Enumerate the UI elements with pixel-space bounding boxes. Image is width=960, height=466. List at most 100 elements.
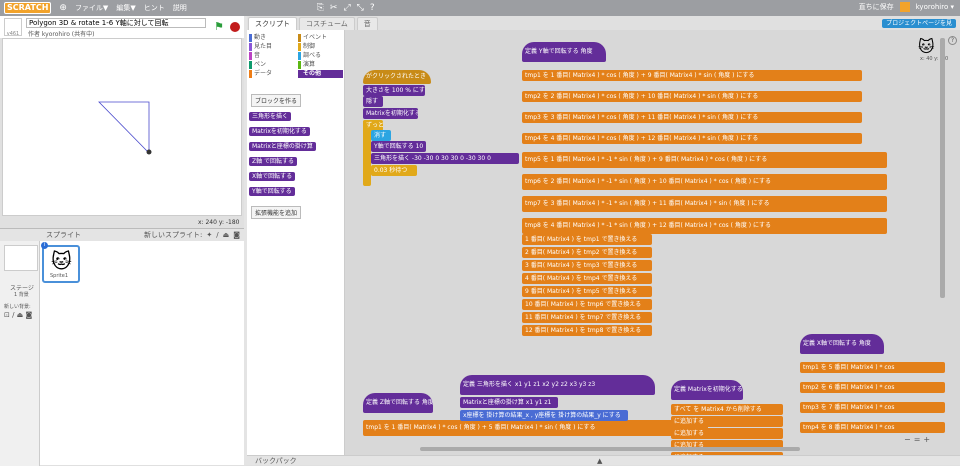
duplicate-icon[interactable]: ⎘ — [317, 3, 324, 13]
replace-12-block[interactable]: 12 番目( Matrix4 ) を tmp8 で置き換える — [522, 325, 652, 336]
help-icon[interactable]: ? — [370, 3, 375, 13]
backpack-bar[interactable]: バックパック ▲ — [247, 455, 960, 465]
tmp4-set-block[interactable]: tmp4 を 4 番目( Matrix4 ) * cos ( 角度 ) + 12… — [522, 133, 862, 144]
grow-icon[interactable]: ⤢ — [343, 3, 350, 13]
stage-backdrop-count: 1 背景 — [14, 292, 29, 298]
cat-sensing[interactable]: 調べる — [298, 52, 343, 60]
menu-tips[interactable]: ヒント — [144, 3, 165, 13]
x-tmp1-block[interactable]: tmp1 を 5 番目( Matrix4 ) * cos — [800, 362, 945, 373]
help-question-icon[interactable]: ? — [948, 36, 957, 45]
current-sprite-icon: 🐱 — [918, 37, 935, 56]
tab-scripts[interactable]: スクリプト — [248, 17, 297, 30]
set-size-block[interactable]: 大きさを 100 % にする — [363, 85, 425, 96]
cat-pen[interactable]: ペン — [249, 61, 294, 69]
when-flag-clicked-block[interactable]: がクリックされたとき — [363, 70, 431, 84]
define-rotate-x-block[interactable]: 定義 X軸で回転する 角度 — [800, 334, 884, 354]
palette-block-init-matrix[interactable]: Matrixを初期化する — [249, 127, 310, 136]
cat-more[interactable]: その他 — [298, 70, 343, 78]
cat-operators[interactable]: 演算 — [298, 61, 343, 69]
library-icon[interactable]: ✦ — [206, 231, 212, 239]
vertical-scrollbar[interactable] — [940, 38, 945, 298]
tab-sounds[interactable]: 音 — [356, 17, 378, 30]
horizontal-scrollbar[interactable] — [420, 447, 800, 451]
user-menu[interactable]: kyorohiro ▾ — [916, 3, 954, 11]
init-matrix-block[interactable]: Matrixを初期化する — [363, 108, 418, 119]
cat-motion[interactable]: 動き — [249, 34, 294, 42]
menu-about[interactable]: 説明 — [173, 3, 187, 13]
palette-block-rotate-z[interactable]: Z軸 で回転する — [249, 157, 298, 166]
script-area[interactable]: 定義 Y軸で回転する 角度 tmp1 を 1 番目( Matrix4 ) * c… — [345, 30, 960, 465]
cat-sprite-icon: 🐱 — [51, 249, 72, 273]
cat-control[interactable]: 制御 — [298, 43, 343, 51]
add-item-block-1[interactable]: に追加する — [671, 416, 783, 427]
replace-10-block[interactable]: 10 番目( Matrix4 ) を tmp6 で置き換える — [522, 299, 652, 310]
green-flag-icon[interactable]: ⚑ — [214, 20, 224, 33]
zoom-reset-icon[interactable]: = — [914, 435, 921, 444]
palette-block-draw-triangle[interactable]: 三角形を描く — [249, 112, 292, 121]
zoom-in-icon[interactable]: + — [923, 435, 930, 444]
upload-icon[interactable]: ⏏ — [223, 231, 230, 239]
draw-triangle-call-block[interactable]: 三角形を描く -30 -30 0 30 30 0 -30 30 0 — [371, 153, 519, 164]
clear-block[interactable]: 消す — [371, 130, 391, 141]
tmp3-set-block[interactable]: tmp3 を 3 番目( Matrix4 ) * cos ( 角度 ) + 11… — [522, 112, 862, 123]
info-icon[interactable]: i — [41, 242, 48, 249]
define-init-matrix-block[interactable]: 定義 Matrixを初期化する — [671, 380, 743, 400]
replace-2-block[interactable]: 2 番目( Matrix4 ) を tmp2 で置き換える — [522, 247, 652, 258]
scratch-logo[interactable]: SCRATCH — [4, 2, 52, 14]
save-now-link[interactable]: 直ちに保存 — [859, 2, 894, 12]
replace-4-block[interactable]: 4 番目( Matrix4 ) を tmp4 で置き換える — [522, 273, 652, 284]
x-tmp4-block[interactable]: tmp4 を 8 番目( Matrix4 ) * cos — [800, 422, 945, 433]
tmp8-set-block[interactable]: tmp8 を 4 番目( Matrix4 ) * -1 * sin ( 角度 )… — [522, 218, 887, 234]
stage-drawing — [98, 101, 152, 155]
replace-11-block[interactable]: 11 番目( Matrix4 ) を tmp7 で置き換える — [522, 312, 652, 323]
menu-edit[interactable]: 編集▼ — [116, 3, 135, 13]
shrink-icon[interactable]: ⤡ — [357, 3, 364, 13]
goto-xy-block[interactable]: x座標を 掛け算の結果_x , y座標を 掛け算の結果_y にする — [460, 410, 628, 421]
stage-canvas[interactable] — [2, 38, 242, 216]
palette-block-rotate-y[interactable]: Y軸で回転する — [249, 187, 295, 196]
tmp7-set-block[interactable]: tmp7 を 3 番目( Matrix4 ) * -1 * sin ( 角度 )… — [522, 196, 887, 212]
tmp6-set-block[interactable]: tmp6 を 2 番目( Matrix4 ) * -1 * sin ( 角度 )… — [522, 174, 887, 190]
x-tmp3-block[interactable]: tmp3 を 7 番目( Matrix4 ) * cos — [800, 402, 945, 413]
tmp5-set-block[interactable]: tmp5 を 1 番目( Matrix4 ) * -1 * sin ( 角度 )… — [522, 152, 887, 168]
define-rotate-z-block[interactable]: 定義 Z軸で回転する 角度 — [363, 393, 433, 413]
palette-block-matrix-multiply[interactable]: Matrixと座標の掛け算 — [249, 142, 316, 151]
define-rotate-y-block[interactable]: 定義 Y軸で回転する 角度 — [522, 42, 606, 62]
tmp1-set-block[interactable]: tmp1 を 1 番目( Matrix4 ) * cos ( 角度 ) + 9 … — [522, 70, 862, 81]
z-tmp1-set-block[interactable]: tmp1 を 1 番目( Matrix4 ) * cos ( 角度 ) + 5 … — [363, 420, 708, 436]
replace-3-block[interactable]: 3 番目( Matrix4 ) を tmp3 で置き換える — [522, 260, 652, 271]
tmp2-set-block[interactable]: tmp2 を 2 番目( Matrix4 ) * cos ( 角度 ) + 10… — [522, 91, 862, 102]
project-page-button[interactable]: プロジェクトページを見 — [882, 18, 956, 28]
x-tmp2-block[interactable]: tmp2 を 6 番目( Matrix4 ) * cos — [800, 382, 945, 393]
matrix-multiply-call-block[interactable]: Matrixと座標の掛け算 x1 y1 z1 — [460, 397, 558, 408]
rotate-y-call-block[interactable]: Y軸で回転する 10 — [371, 141, 426, 152]
globe-icon[interactable]: ⊕ — [59, 3, 67, 13]
paint-icon[interactable]: / — [216, 231, 218, 239]
camera-icon[interactable]: ◙ — [233, 231, 240, 239]
cat-events[interactable]: イベント — [298, 34, 343, 42]
menu-file[interactable]: ファイル▼ — [75, 3, 108, 13]
define-draw-triangle-block[interactable]: 定義 三角形を描く x1 y1 z1 x2 y2 z2 x3 y3 z3 — [460, 375, 655, 395]
wait-block[interactable]: 0.03 秒待つ — [371, 165, 417, 176]
replace-1-block[interactable]: 1 番目( Matrix4 ) を tmp1 で置き換える — [522, 234, 652, 245]
palette-block-rotate-x[interactable]: X軸で回転する — [249, 172, 296, 181]
hide-block[interactable]: 隠す — [363, 96, 383, 107]
project-author: 作者 kyorohiro (共有中) — [28, 31, 95, 38]
add-extension-button[interactable]: 拡張機能を追加 — [251, 206, 302, 219]
delete-all-block[interactable]: すべて を Matrix4 から削除する — [671, 404, 783, 415]
backdrop-tools-icon[interactable]: ⊡ / ⏏ ◙ — [4, 311, 32, 319]
avatar[interactable] — [899, 2, 910, 12]
cat-data[interactable]: データ — [249, 70, 294, 78]
make-block-button[interactable]: ブロックを作る — [251, 94, 302, 107]
add-item-block-2[interactable]: に追加する — [671, 428, 783, 439]
stage-thumbnail[interactable] — [4, 245, 38, 271]
cat-sound[interactable]: 音 — [249, 52, 294, 60]
project-title-input[interactable]: Polygon 3D & rotate 1-6 Y軸に対して回転 — [26, 18, 206, 28]
delete-icon[interactable]: ✂ — [330, 3, 338, 13]
stop-icon[interactable] — [230, 22, 240, 32]
zoom-out-icon[interactable]: − — [904, 435, 911, 444]
version-badge: v461 — [4, 18, 22, 37]
cat-looks[interactable]: 見た目 — [249, 43, 294, 51]
tab-costumes[interactable]: コスチューム — [299, 17, 355, 30]
replace-9-block[interactable]: 9 番目( Matrix4 ) を tmp5 で置き換える — [522, 286, 652, 297]
